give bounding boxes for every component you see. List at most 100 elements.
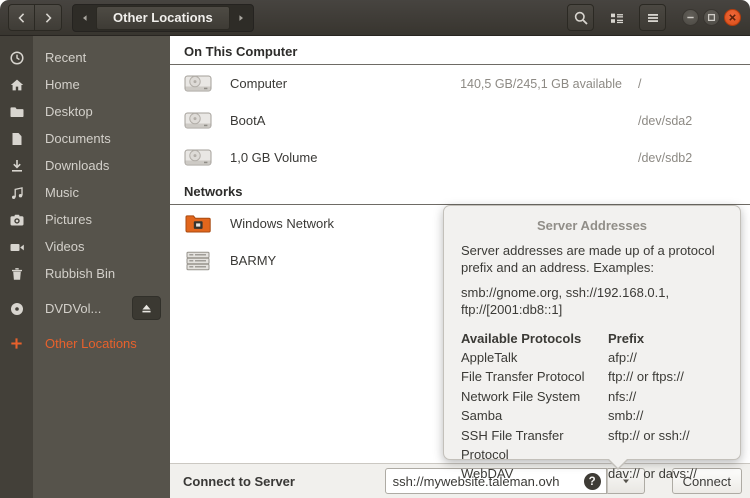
protocol-row-samba: Samba smb:// <box>461 406 723 425</box>
document-icon <box>8 130 25 147</box>
back-button[interactable] <box>8 4 35 31</box>
eject-icon <box>140 302 153 315</box>
sidebar-item-label: DVDVol... <box>45 301 101 316</box>
sidebar-item-desktop[interactable]: Desktop <box>0 98 170 125</box>
minimize-icon <box>686 13 695 22</box>
sidebar-item-label: Music <box>45 185 79 200</box>
triangle-right-icon <box>236 13 246 23</box>
sidebar-item-label: Downloads <box>45 158 109 173</box>
list-row-computer[interactable]: Computer 140,5 GB/245,1 GB available / <box>170 65 750 102</box>
protocols-table: Available Protocols Prefix AppleTalk afp… <box>461 329 723 484</box>
hard-drive-icon <box>183 69 213 99</box>
minimize-button[interactable] <box>682 9 699 26</box>
protocol-row-nfs: Network File System nfs:// <box>461 387 723 406</box>
section-header-on-this-computer: On This Computer <box>170 36 750 65</box>
sidebar-item-other-locations[interactable]: Other Locations <box>0 330 170 357</box>
sidebar-item-label: Pictures <box>45 212 92 227</box>
hard-drive-icon <box>183 106 213 136</box>
download-icon <box>8 157 25 174</box>
places-sidebar: Recent Home Desktop Documents Downloads <box>0 36 170 498</box>
optical-disc-icon <box>8 300 25 317</box>
row-name: Computer <box>230 76 287 91</box>
search-button[interactable] <box>567 4 594 31</box>
path-scroll-right-button[interactable] <box>230 6 252 30</box>
close-icon <box>728 13 737 22</box>
trash-icon <box>8 265 25 282</box>
row-name: BootA <box>230 113 265 128</box>
popover-examples: smb://gnome.org, ssh://192.168.0.1, ftp:… <box>461 284 723 318</box>
row-mount-path: /dev/sdb2 <box>638 151 712 165</box>
menu-button[interactable] <box>639 4 666 31</box>
protocols-table-header: Available Protocols Prefix <box>461 329 723 348</box>
chevron-left-icon <box>15 11 29 25</box>
forward-button[interactable] <box>35 4 62 31</box>
sidebar-item-documents[interactable]: Documents <box>0 125 170 152</box>
file-manager-window: Other Locations <box>0 0 750 498</box>
connect-to-server-label: Connect to Server <box>183 474 295 489</box>
list-row-boota[interactable]: BootA /dev/sda2 <box>170 102 750 139</box>
maximize-icon <box>707 13 716 22</box>
close-button[interactable] <box>724 9 741 26</box>
list-row-1gb-volume[interactable]: 1,0 GB Volume /dev/sdb2 <box>170 139 750 176</box>
path-button-other-locations[interactable]: Other Locations <box>96 6 230 30</box>
hard-drive-icon <box>183 143 213 173</box>
view-toggle-button[interactable] <box>603 4 630 31</box>
triangle-left-icon <box>80 13 90 23</box>
sidebar-gap <box>0 287 170 295</box>
clock-icon <box>8 49 25 66</box>
protocol-row-webdav: WebDAV dav:// or davs:// <box>461 464 723 483</box>
chevron-right-icon <box>41 11 55 25</box>
sidebar-item-label: Other Locations <box>45 336 137 351</box>
sidebar-item-videos[interactable]: Videos <box>0 233 170 260</box>
server-icon <box>183 246 213 276</box>
header-bar: Other Locations <box>0 0 750 36</box>
sidebar-item-pictures[interactable]: Pictures <box>0 206 170 233</box>
sidebar-item-label: Videos <box>45 239 85 254</box>
sidebar-gap <box>0 322 170 330</box>
network-folder-icon <box>183 209 213 239</box>
column-header-prefix: Prefix <box>608 329 723 348</box>
row-name: Windows Network <box>230 216 334 231</box>
path-bar: Other Locations <box>72 4 254 32</box>
video-camera-icon <box>8 238 25 255</box>
folder-icon <box>8 103 25 120</box>
sidebar-item-label: Home <box>45 77 80 92</box>
sidebar-item-downloads[interactable]: Downloads <box>0 152 170 179</box>
sidebar-item-recent[interactable]: Recent <box>0 44 170 71</box>
plus-icon <box>8 335 25 352</box>
column-header-protocols: Available Protocols <box>461 329 608 348</box>
maximize-button[interactable] <box>703 9 720 26</box>
popover-tail <box>608 458 628 468</box>
row-free-space: 140,5 GB/245,1 GB available <box>460 77 622 91</box>
row-name: 1,0 GB Volume <box>230 150 317 165</box>
row-mount-path: /dev/sda2 <box>638 114 712 128</box>
sidebar-item-rubbish-bin[interactable]: Rubbish Bin <box>0 260 170 287</box>
path-button-label: Other Locations <box>113 10 213 25</box>
nav-button-group <box>8 4 62 31</box>
window-controls <box>682 9 741 26</box>
popover-description: Server addresses are made up of a protoc… <box>461 242 723 276</box>
sidebar-item-home[interactable]: Home <box>0 71 170 98</box>
home-icon <box>8 76 25 93</box>
protocol-row-ftp: File Transfer Protocol ftp:// or ftps:// <box>461 367 723 386</box>
camera-icon <box>8 211 25 228</box>
list-view-icon <box>609 10 625 26</box>
server-addresses-popover: Server Addresses Server addresses are ma… <box>443 205 741 460</box>
popover-title: Server Addresses <box>461 218 723 233</box>
hamburger-menu-icon <box>645 10 661 26</box>
sidebar-item-label: Recent <box>45 50 86 65</box>
row-mount-path: / <box>638 77 712 91</box>
search-icon <box>573 10 589 26</box>
protocol-row-appletalk: AppleTalk afp:// <box>461 348 723 367</box>
sidebar-item-music[interactable]: Music <box>0 179 170 206</box>
path-scroll-left-button[interactable] <box>74 6 96 30</box>
sidebar-list: Recent Home Desktop Documents Downloads <box>0 36 170 357</box>
sidebar-item-label: Rubbish Bin <box>45 266 115 281</box>
sidebar-item-label: Documents <box>45 131 111 146</box>
sidebar-item-dvd-volume[interactable]: DVDVol... <box>0 295 170 322</box>
sidebar-item-label: Desktop <box>45 104 93 119</box>
section-header-networks: Networks <box>170 176 750 205</box>
row-name: BARMY <box>230 253 276 268</box>
protocol-row-sftp: SSH File Transfer Protocol sftp:// or ss… <box>461 426 723 465</box>
eject-button[interactable] <box>132 296 161 320</box>
